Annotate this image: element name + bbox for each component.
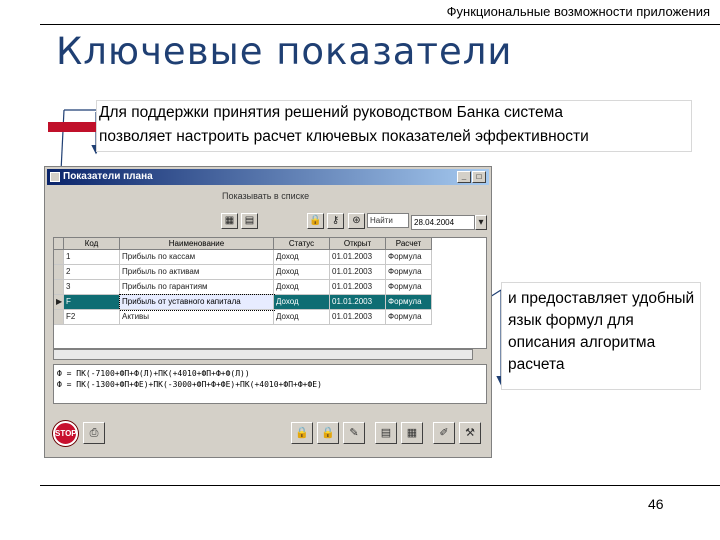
table-cell[interactable]: Формула	[386, 310, 432, 325]
table-cell-selected[interactable]: Формула	[386, 295, 432, 310]
table-cell-selected[interactable]: Доход	[274, 295, 330, 310]
row-indicator[interactable]	[54, 310, 64, 325]
table-cell[interactable]: Доход	[274, 310, 330, 325]
window-title: Показатели плана	[63, 171, 153, 182]
tools-icon[interactable]: ⚒	[459, 422, 481, 444]
table-cell[interactable]: 1	[64, 250, 120, 265]
table-cell[interactable]: Формула	[386, 280, 432, 295]
slide-title: Ключевые показатели	[56, 30, 513, 73]
stop-button[interactable]: STOP	[53, 421, 78, 446]
row-indicator[interactable]	[54, 265, 64, 280]
callout-right: и предоставляет удобный язык формул для …	[501, 282, 701, 390]
lock-icon[interactable]: 🔒	[307, 213, 324, 229]
feather-icon[interactable]: ✎	[343, 422, 365, 444]
callout-top-line: позволяет настроить расчет ключевых пока…	[99, 128, 589, 145]
row-pointer-icon[interactable]: ▶	[54, 295, 64, 310]
print-icon[interactable]: ⎙	[83, 422, 105, 444]
table-cell[interactable]: Доход	[274, 265, 330, 280]
document-icon[interactable]: ▦	[401, 422, 423, 444]
calculator-icon[interactable]: ▦	[221, 213, 238, 229]
calendar-icon[interactable]: ▾	[475, 215, 487, 230]
indicators-grid: Код Наименование Статус Открыт Расчет 1 …	[53, 237, 487, 349]
row-indicator-header	[54, 238, 64, 250]
table-cell-selected[interactable]: 01.01.2003	[330, 295, 386, 310]
table-cell-selected[interactable]: Прибыль от уставного капитала	[119, 294, 275, 311]
table-cell-selected[interactable]: F	[64, 295, 120, 310]
show-in-list-label: Показывать в списке	[222, 191, 310, 201]
slide-header: Функциональные возможности приложения	[446, 4, 710, 19]
formula-line: Ф = ПК(-7100+ФП+Ф(Л)+ПК(+4010+ФП+Ф+Ф(Л))	[57, 369, 250, 378]
minimize-button[interactable]: _	[457, 171, 471, 183]
window-app-icon	[50, 172, 60, 182]
table-cell[interactable]: Формула	[386, 265, 432, 280]
column-header-calc[interactable]: Расчет	[386, 238, 432, 250]
maximize-button[interactable]: □	[472, 171, 486, 183]
table-cell[interactable]: Прибыль по активам	[120, 265, 274, 280]
row-indicator[interactable]	[54, 250, 64, 265]
document-icon[interactable]: ▤	[375, 422, 397, 444]
column-header-code[interactable]: Код	[64, 238, 120, 250]
footer-divider	[40, 485, 720, 486]
date-field[interactable]: 28.04.2004	[411, 215, 475, 230]
table-cell[interactable]: Прибыль по кассам	[120, 250, 274, 265]
binoculars-icon[interactable]: ⊛	[348, 213, 365, 229]
header-divider	[40, 24, 720, 25]
table-cell[interactable]: 3	[64, 280, 120, 295]
column-header-status[interactable]: Статус	[274, 238, 330, 250]
column-header-opened[interactable]: Открыт	[330, 238, 386, 250]
table-cell[interactable]: Активы	[120, 310, 274, 325]
table-cell[interactable]: F2	[64, 310, 120, 325]
app-window: Показатели плана _ □ Показывать в списке…	[44, 166, 492, 458]
formula-editor[interactable]: Ф = ПК(-7100+ФП+Ф(Л)+ПК(+4010+ФП+Ф+Ф(Л))…	[53, 364, 487, 404]
table-cell[interactable]: Прибыль по гарантиям	[120, 280, 274, 295]
table-cell[interactable]: 01.01.2003	[330, 250, 386, 265]
table-cell[interactable]: Доход	[274, 280, 330, 295]
column-header-name[interactable]: Наименование	[120, 238, 274, 250]
table-icon[interactable]: ▤	[241, 213, 258, 229]
page-number: 46	[648, 496, 664, 512]
table-cell[interactable]: 01.01.2003	[330, 310, 386, 325]
search-field[interactable]: Найти	[367, 213, 409, 228]
callout-top-line: Для поддержки принятия решений руководст…	[99, 104, 563, 121]
table-cell[interactable]: Доход	[274, 250, 330, 265]
table-cell[interactable]: 01.01.2003	[330, 265, 386, 280]
window-titlebar: Показатели плана _ □	[47, 169, 489, 185]
ruler-icon[interactable]: ✐	[433, 422, 455, 444]
lock-icon[interactable]: 🔒	[317, 422, 339, 444]
table-cell[interactable]: 01.01.2003	[330, 280, 386, 295]
table-cell[interactable]: Формула	[386, 250, 432, 265]
formula-line: Ф = ПК(-1300+ФП+ФЕ)+ПК(-3000+ФП+Ф+ФЕ)+ПК…	[57, 380, 322, 389]
row-indicator[interactable]	[54, 280, 64, 295]
key-icon[interactable]: ⚷	[327, 213, 344, 229]
table-cell[interactable]: 2	[64, 265, 120, 280]
lock-icon[interactable]: 🔒	[291, 422, 313, 444]
callout-top: Для поддержки принятия решений руководст…	[96, 100, 692, 152]
horizontal-scrollbar[interactable]	[53, 349, 473, 360]
